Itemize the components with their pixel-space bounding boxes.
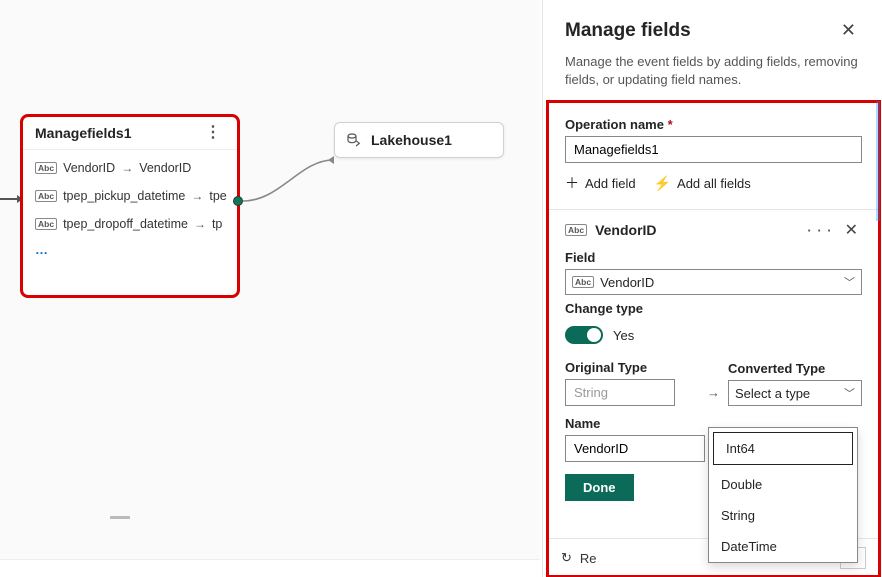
field-label: Field xyxy=(565,250,862,265)
type-option[interactable]: String xyxy=(709,500,857,531)
change-type-label: Change type xyxy=(565,301,862,316)
converted-type-dropdown[interactable]: Int64 Double String DateTime xyxy=(708,427,858,563)
panel-title: Manage fields xyxy=(565,20,691,42)
toggle-text: Yes xyxy=(613,328,634,343)
node-more-icon[interactable]: ⋮ xyxy=(201,129,225,137)
field-select[interactable]: Abc VendorID ﹀ xyxy=(565,269,862,295)
refresh-icon[interactable]: ↻ xyxy=(561,550,572,566)
chevron-down-icon: ﹀ xyxy=(844,385,855,401)
manage-fields-panel: Manage fields ✕ Manage the event fields … xyxy=(542,0,882,577)
lakehouse-node[interactable]: Lakehouse1 xyxy=(334,122,504,158)
operation-name-label: Operation name xyxy=(565,117,862,132)
original-type-input xyxy=(565,379,675,406)
refresh-label: Re xyxy=(580,551,597,566)
field-more-icon[interactable]: · · · xyxy=(807,223,832,238)
field-section-title: VendorID xyxy=(595,222,799,238)
name-input[interactable] xyxy=(565,435,705,462)
add-all-fields-button[interactable]: ⚡ Add all fields xyxy=(654,173,751,193)
plus-icon: ＋ xyxy=(565,173,579,193)
type-icon: Abc xyxy=(565,224,587,236)
type-option[interactable]: Double xyxy=(709,469,857,500)
lightning-icon: ⚡ xyxy=(654,175,671,192)
original-type-label: Original Type xyxy=(565,360,699,375)
panel-body-highlight: Operation name ＋ Add field ⚡ Add all fie… xyxy=(547,101,880,577)
change-type-toggle[interactable] xyxy=(565,326,603,344)
node-title: Managefields1 xyxy=(35,125,131,141)
add-field-label: Add field xyxy=(585,176,636,191)
slider-rule xyxy=(110,516,130,519)
converted-type-label: Converted Type xyxy=(728,361,862,376)
operation-name-input[interactable] xyxy=(565,136,862,163)
type-option[interactable]: Int64 xyxy=(713,432,853,465)
connector-edge xyxy=(0,140,350,260)
pipeline-canvas[interactable]: Managefields1 ⋮ Abc VendorID → VendorID … xyxy=(0,0,540,560)
converted-type-placeholder: Select a type xyxy=(735,386,810,401)
node-title: Lakehouse1 xyxy=(371,132,452,148)
chevron-down-icon: ﹀ xyxy=(844,274,855,290)
arrow-icon: → xyxy=(707,385,720,406)
add-all-fields-label: Add all fields xyxy=(677,176,751,191)
type-option[interactable]: DateTime xyxy=(709,531,857,562)
add-field-button[interactable]: ＋ Add field xyxy=(565,173,636,193)
done-button[interactable]: Done xyxy=(565,474,634,501)
close-icon[interactable]: ✕ xyxy=(837,16,860,45)
panel-subtitle: Manage the event fields by adding fields… xyxy=(543,49,882,101)
converted-type-select[interactable]: Select a type ﹀ xyxy=(728,380,862,406)
type-icon: Abc xyxy=(572,276,594,288)
remove-field-icon[interactable]: ✕ xyxy=(841,220,862,240)
field-select-value: VendorID xyxy=(600,275,654,290)
lakehouse-icon xyxy=(345,131,363,149)
